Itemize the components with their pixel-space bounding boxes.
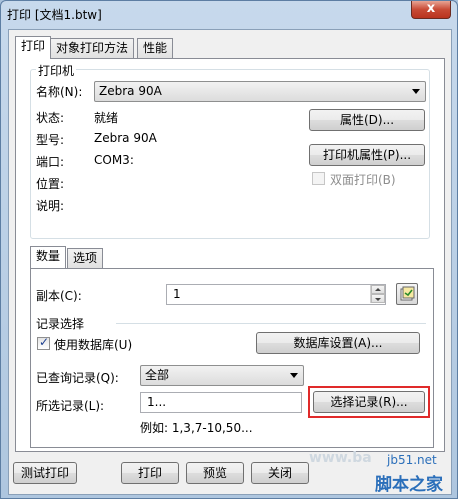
copies-label: 副本(C):	[36, 289, 82, 303]
printer-location-label: 位置:	[36, 177, 65, 191]
use-database-checkbox[interactable]	[37, 335, 50, 350]
printer-name-value: Zebra 90A	[99, 84, 162, 98]
brand-name: 脚本之家	[375, 475, 443, 495]
printer-group-label: 打印机	[36, 62, 77, 79]
queried-records-select[interactable]: 全部	[140, 365, 304, 386]
subtab-options[interactable]: 选项	[67, 248, 104, 268]
title-bar[interactable]: 打印 [文档1.btw] x	[1, 1, 457, 27]
site-watermark: www.ba	[309, 450, 372, 466]
record-selection-label: 记录选择	[36, 317, 85, 331]
tab-print[interactable]: 打印	[15, 36, 52, 59]
print-button[interactable]: 打印	[121, 462, 179, 484]
selected-records-value: 1...	[147, 395, 167, 409]
copies-value: 1	[173, 287, 181, 301]
tab-object-print-method[interactable]: 对象打印方法	[50, 38, 135, 58]
printer-name-select[interactable]: Zebra 90A	[94, 81, 426, 102]
spin-up-icon[interactable]	[371, 285, 385, 294]
test-print-button[interactable]: 测试打印	[13, 462, 77, 484]
copies-options-button[interactable]	[396, 283, 418, 305]
printer-comment-label: 说明:	[36, 199, 65, 213]
label-stack-icon	[400, 286, 415, 301]
printer-status-value: 就绪	[94, 111, 119, 125]
queried-records-value: 全部	[145, 368, 170, 382]
queried-records-label: 已查询记录(Q):	[36, 371, 119, 385]
printer-model-value: Zebra 90A	[94, 131, 157, 145]
chevron-down-icon	[412, 89, 420, 94]
printer-model-label: 型号:	[36, 133, 65, 147]
record-selection-separator	[116, 323, 426, 324]
database-settings-button[interactable]: 数据库设置(A)...	[256, 332, 420, 354]
preview-button[interactable]: 预览	[186, 462, 244, 484]
dialog-client-area: 打印 对象打印方法 性能 打印机 名称(N): Zebra 90A 状态: 就绪…	[8, 29, 452, 495]
select-records-button[interactable]: 选择记录(R)...	[313, 391, 425, 413]
chevron-down-icon	[290, 373, 298, 378]
use-database-label: 使用数据库(U)	[54, 338, 133, 352]
duplex-checkbox[interactable]	[312, 172, 325, 185]
example-hint: 例如: 1,3,7-10,50...	[140, 421, 253, 435]
copies-spinner[interactable]	[370, 285, 385, 303]
selected-records-input[interactable]: 1...	[140, 392, 302, 413]
tab-performance[interactable]: 性能	[137, 38, 174, 58]
copies-input[interactable]: 1	[166, 284, 386, 305]
selected-records-label: 所选记录(L):	[36, 399, 105, 413]
window-title: 打印 [文档1.btw]	[7, 8, 102, 22]
print-dialog-window: 打印 [文档1.btw] x 打印 对象打印方法 性能 打印机 名称(N): Z…	[0, 0, 458, 499]
printer-port-value: COM3:	[94, 153, 134, 167]
printer-status-label: 状态:	[36, 111, 65, 125]
printer-name-label: 名称(N):	[36, 85, 83, 99]
printer-port-label: 端口:	[36, 155, 65, 169]
subtab-quantity[interactable]: 数量	[30, 246, 67, 268]
printer-properties-button[interactable]: 打印机属性(P)...	[309, 144, 425, 166]
close-button[interactable]: 关闭	[251, 462, 309, 484]
properties-button[interactable]: 属性(D)...	[309, 109, 425, 131]
print-tab-panel: 打印机 名称(N): Zebra 90A 状态: 就绪 型号: Zebra 90…	[15, 58, 445, 452]
close-window-button[interactable]: x	[411, 1, 451, 19]
spin-down-icon[interactable]	[371, 294, 385, 303]
duplex-label: 双面打印(B)	[330, 173, 396, 187]
brand-url: jb51.net	[387, 453, 437, 467]
